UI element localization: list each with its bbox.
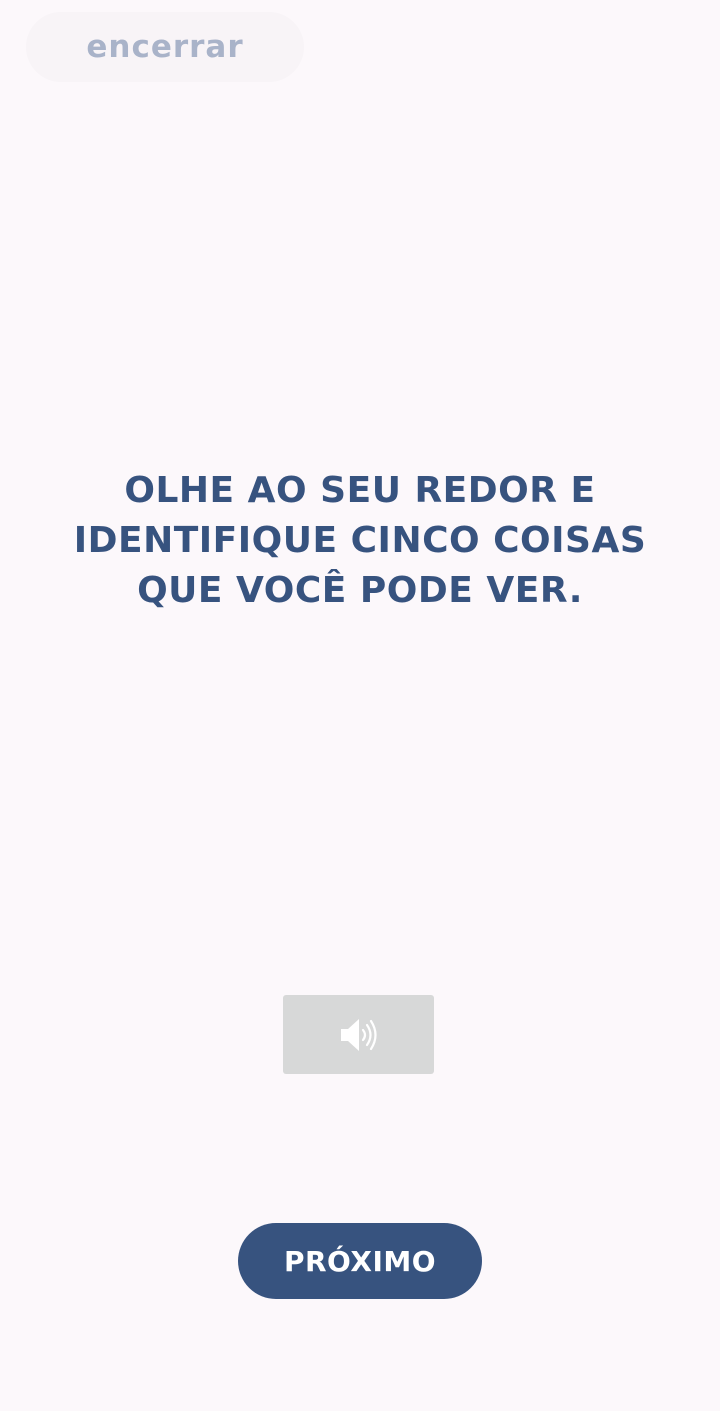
audio-play-button[interactable] (283, 995, 434, 1074)
close-button[interactable]: encerrar (26, 12, 304, 82)
next-button[interactable]: PRÓXIMO (238, 1223, 482, 1299)
speaker-volume-icon (337, 1013, 381, 1057)
instruction-text: OLHE AO SEU REDOR E IDENTIFIQUE CINCO CO… (73, 470, 647, 611)
close-button-label: encerrar (86, 29, 244, 65)
next-button-label: PRÓXIMO (283, 1244, 437, 1278)
